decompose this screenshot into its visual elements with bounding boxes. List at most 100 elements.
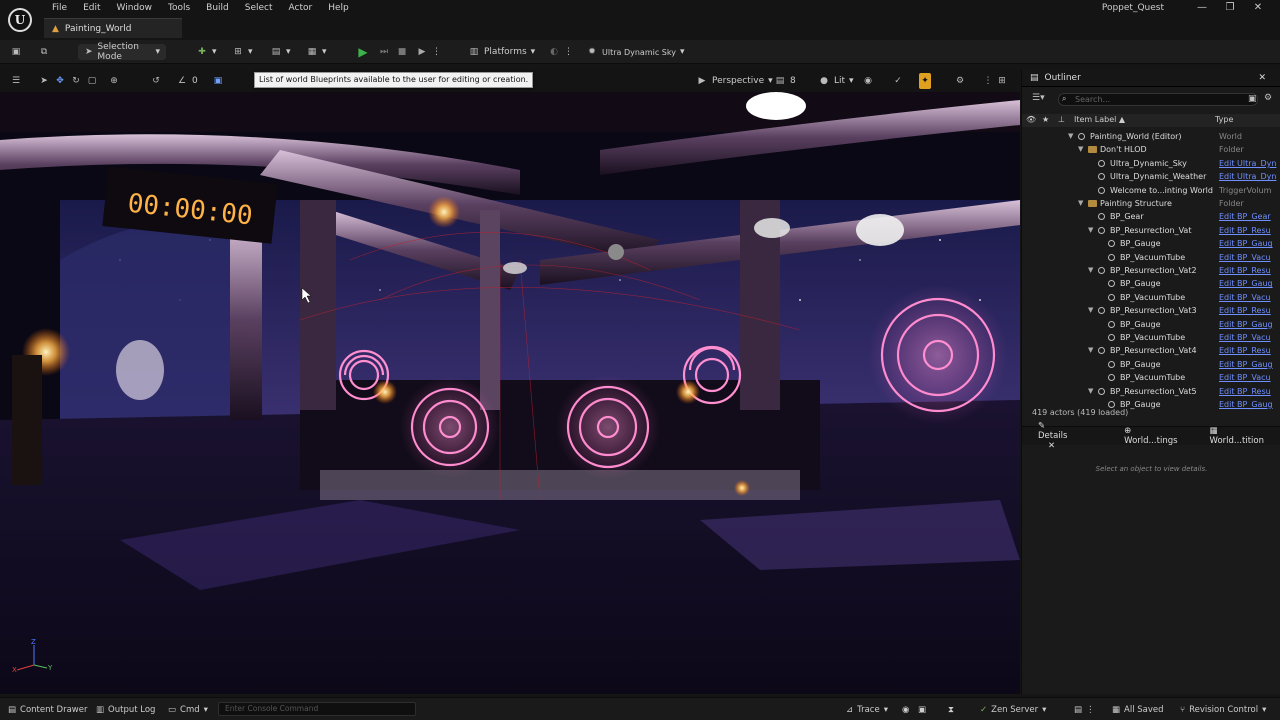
menu-actor[interactable]: Actor xyxy=(281,2,321,15)
save-button[interactable]: ▣ xyxy=(10,44,22,60)
outliner-row[interactable]: BP_Gauge Edit BP_Gaug xyxy=(1022,277,1280,290)
edit-blueprint-link[interactable]: Edit BP_Gaug xyxy=(1219,398,1273,411)
show-flags-button[interactable]: ◉ xyxy=(862,73,874,89)
menu-select[interactable]: Select xyxy=(237,2,281,15)
edit-blueprint-link[interactable]: Edit Ultra_Dyn xyxy=(1219,170,1276,183)
select-tool-button[interactable]: ➤ xyxy=(38,73,50,89)
play-button[interactable]: ▶ xyxy=(357,44,369,60)
pin-icon[interactable]: ⊥ xyxy=(1058,115,1065,124)
expand-toggle-icon[interactable]: ▼ xyxy=(1088,385,1093,398)
menu-edit[interactable]: Edit xyxy=(75,2,108,15)
all-saved-button[interactable]: ▦ All Saved xyxy=(1112,703,1164,716)
scale-snap-button[interactable]: ▣ xyxy=(212,73,224,89)
game-view-button[interactable]: ✦ xyxy=(919,73,931,89)
item-label-column[interactable]: Item Label ▲ xyxy=(1074,115,1125,124)
unreal-logo-icon[interactable]: U xyxy=(8,8,32,32)
outliner-row[interactable]: BP_Gauge Edit BP_Gaug xyxy=(1022,358,1280,371)
menu-window[interactable]: Window xyxy=(109,2,161,15)
source-button[interactable]: ▤ ⋮ xyxy=(1074,703,1095,716)
eject-button[interactable]: ▶ ⋮ xyxy=(416,44,441,60)
derived-data-button[interactable]: ⧗ xyxy=(948,703,954,716)
zen-server-dropdown[interactable]: ✓ Zen Server ▾ xyxy=(980,703,1046,716)
sky-dropdown[interactable]: ✹ Ultra Dynamic Sky ▾ xyxy=(586,44,684,60)
tab-details[interactable]: ✎ Details ✕ xyxy=(1022,421,1108,451)
outliner-row[interactable]: BP_VacuumTube Edit BP_Vacu xyxy=(1022,331,1280,344)
console-input[interactable]: Enter Console Command xyxy=(218,702,416,716)
step-button[interactable]: ⏭ xyxy=(378,44,390,60)
outliner-row[interactable]: BP_VacuumTube Edit BP_Vacu xyxy=(1022,251,1280,264)
add-folder-icon[interactable]: ▣ xyxy=(1248,94,1257,104)
expand-toggle-icon[interactable]: ▼ xyxy=(1088,264,1093,277)
outliner-row[interactable]: ▼ BP_Resurrection_Vat2 Edit BP_Resu xyxy=(1022,264,1280,277)
edit-blueprint-link[interactable]: Edit BP_Gaug xyxy=(1219,318,1273,331)
outliner-row[interactable]: ▼ BP_Resurrection_Vat3 Edit BP_Resu xyxy=(1022,304,1280,317)
lit-dropdown[interactable]: ● Lit ▾ xyxy=(818,73,854,89)
tab-world-settings[interactable]: ⊕ World...tings xyxy=(1108,426,1193,446)
selection-mode-dropdown[interactable]: ➤ Selection Mode ▾ xyxy=(78,42,166,62)
record-button[interactable]: ◉ xyxy=(902,703,909,716)
trace-dropdown[interactable]: ⊿ Trace ▾ xyxy=(846,703,888,716)
maximize-icon[interactable]: ❐ xyxy=(1216,0,1244,15)
platforms-dropdown[interactable]: ▥ Platforms ▾ xyxy=(468,44,535,60)
translate-tool-button[interactable]: ✥ xyxy=(54,73,66,89)
tab-world-partition[interactable]: ▦ World...tition xyxy=(1194,426,1280,446)
blueprints-button[interactable]: ⊞ ▾ xyxy=(232,44,252,60)
favorite-icon[interactable]: ★ xyxy=(1042,115,1049,124)
viewport-options-button[interactable]: ⋮ xyxy=(982,73,994,89)
edit-blueprint-link[interactable]: Edit BP_Vacu xyxy=(1219,371,1271,384)
content-drawer-button[interactable]: ▤ Content Drawer xyxy=(8,703,87,716)
gear-icon[interactable]: ⚙ xyxy=(1264,93,1272,103)
expand-toggle-icon[interactable]: ▼ xyxy=(1088,304,1093,317)
expand-toggle-icon[interactable]: ▼ xyxy=(1088,344,1093,357)
menu-build[interactable]: Build xyxy=(198,2,237,15)
outliner-row[interactable]: BP_Gauge Edit BP_Gaug xyxy=(1022,318,1280,331)
outliner-row[interactable]: BP_VacuumTube Edit BP_Vacu xyxy=(1022,291,1280,304)
visibility-icon[interactable]: 👁 xyxy=(1026,115,1036,124)
cinematics-button[interactable]: ▤ ▾ xyxy=(270,44,291,60)
outliner-row[interactable]: ▼ Don't HLOD Folder xyxy=(1022,143,1280,156)
edit-blueprint-link[interactable]: Edit BP_Gear xyxy=(1219,210,1271,223)
screenshot-button[interactable]: ▣ xyxy=(918,703,926,716)
outliner-row[interactable]: Ultra_Dynamic_Sky Edit Ultra_Dyn xyxy=(1022,157,1280,170)
filter-icon[interactable]: ☰▾ xyxy=(1032,93,1045,103)
outliner-row[interactable]: Welcome to...inting World TriggerVolum xyxy=(1022,184,1280,197)
outliner-tab[interactable]: ▤ Outliner ✕ xyxy=(1022,70,1280,87)
realtime-button[interactable]: ✓ xyxy=(892,73,904,89)
scale-tool-button[interactable]: ▢ xyxy=(86,73,98,89)
outliner-row[interactable]: ▼ BP_Resurrection_Vat5 Edit BP_Resu xyxy=(1022,385,1280,398)
outliner-search-input[interactable]: Search... xyxy=(1058,93,1258,106)
outliner-row[interactable]: ▼ BP_Resurrection_Vat Edit BP_Resu xyxy=(1022,224,1280,237)
edit-blueprint-link[interactable]: Edit BP_Vacu xyxy=(1219,251,1271,264)
settings-toggle[interactable]: ◐ ⋮ xyxy=(548,44,573,60)
edit-blueprint-link[interactable]: Edit BP_Gaug xyxy=(1219,277,1273,290)
content-browser-button[interactable]: ⧉ xyxy=(38,44,50,60)
transform-menu-button[interactable]: ☰ xyxy=(10,73,22,89)
outliner-row[interactable]: ▼ Painting_World (Editor) World xyxy=(1022,130,1280,143)
close-icon[interactable]: ✕ xyxy=(1040,441,1063,451)
outliner-row[interactable]: BP_VacuumTube Edit BP_Vacu xyxy=(1022,371,1280,384)
type-column[interactable]: Type xyxy=(1215,115,1233,124)
edit-blueprint-link[interactable]: Edit BP_Gaug xyxy=(1219,358,1273,371)
edit-blueprint-link[interactable]: Edit BP_Resu xyxy=(1219,344,1271,357)
menu-file[interactable]: File xyxy=(44,2,75,15)
level-viewport[interactable]: 00:00:00 Z Y X xyxy=(0,92,1020,694)
edit-blueprint-link[interactable]: Edit BP_Resu xyxy=(1219,224,1271,237)
outliner-row[interactable]: BP_Gauge Edit BP_Gaug xyxy=(1022,237,1280,250)
cmd-dropdown[interactable]: ▭ Cmd ▾ xyxy=(168,703,208,716)
snap-rotation-button[interactable]: ↺ xyxy=(150,73,162,89)
edit-blueprint-link[interactable]: Edit BP_Vacu xyxy=(1219,331,1271,344)
layout-button[interactable]: ⊞ xyxy=(996,73,1008,89)
document-tab[interactable]: ▲ Painting_World xyxy=(44,18,182,38)
close-window-icon[interactable]: ✕ xyxy=(1244,0,1272,15)
expand-toggle-icon[interactable]: ▼ xyxy=(1078,197,1083,210)
outliner-row[interactable]: ▼ BP_Resurrection_Vat4 Edit BP_Resu xyxy=(1022,344,1280,357)
menu-help[interactable]: Help xyxy=(320,2,357,15)
edit-blueprint-link[interactable]: Edit BP_Gaug xyxy=(1219,237,1273,250)
expand-toggle-icon[interactable]: ▼ xyxy=(1068,130,1073,143)
camera-speed-button[interactable]: ▤ 8 xyxy=(774,73,796,89)
minimize-icon[interactable]: — xyxy=(1188,0,1216,15)
perspective-dropdown[interactable]: ▶ Perspective ▾ xyxy=(696,73,773,89)
revision-control-dropdown[interactable]: ⑂ Revision Control ▾ xyxy=(1180,703,1266,716)
edit-blueprint-link[interactable]: Edit BP_Resu xyxy=(1219,304,1271,317)
edit-blueprint-link[interactable]: Edit Ultra_Dyn xyxy=(1219,157,1276,170)
